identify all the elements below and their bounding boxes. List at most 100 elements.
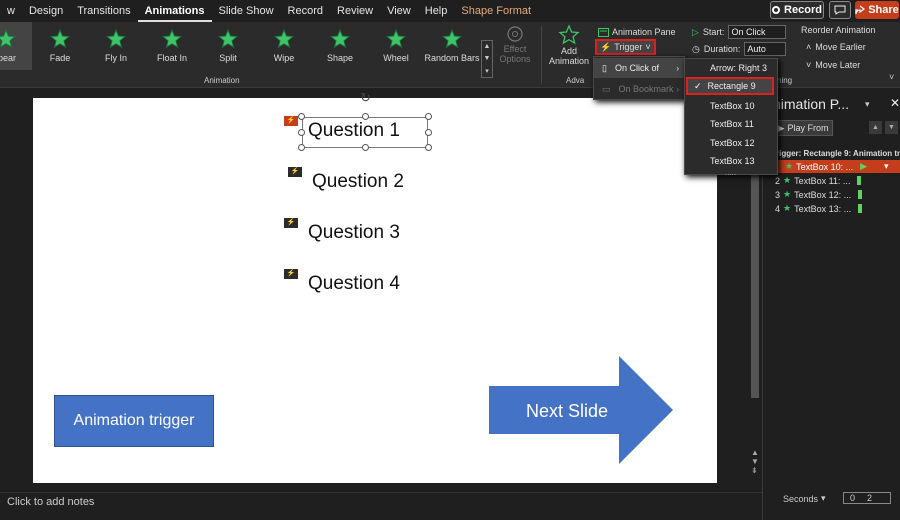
tab-record[interactable]: Record (281, 0, 330, 22)
shape-star-icon (330, 29, 350, 49)
timeline-bar (857, 176, 862, 185)
play-icon: ▶ (777, 122, 785, 133)
duration-row: ◷ Duration: Auto (692, 42, 787, 56)
resize-handle[interactable] (298, 144, 305, 151)
trigger-shape-item[interactable]: ✓ Rectangle 9 (686, 77, 774, 95)
tab-animations[interactable]: Animations (137, 0, 212, 22)
checkmark-icon: ✓ (694, 80, 702, 91)
tab-slide-show[interactable]: Slide Show (212, 0, 281, 22)
mouse-icon: ▯ (602, 62, 607, 73)
chevron-right-icon: › (676, 63, 679, 73)
tab-transitions[interactable]: Transitions (70, 0, 137, 22)
effect-options-line1: Effect (503, 44, 527, 54)
animation-gallery-item[interactable]: Fade (32, 22, 88, 70)
resize-handle[interactable] (362, 144, 369, 151)
trigger-shape-item[interactable]: TextBox 12 (685, 134, 777, 152)
animation-gallery-item[interactable]: pear (0, 22, 32, 70)
animation-gallery-item[interactable]: Wheel (368, 22, 424, 70)
start-row: ▷ Start: On Click (692, 25, 787, 39)
start-select[interactable]: On Click (728, 25, 787, 39)
bookmark-icon: ▭ (602, 83, 611, 94)
duration-input[interactable]: Auto (744, 42, 787, 56)
random-bars-star-icon (442, 29, 462, 49)
comments-button[interactable] (829, 1, 851, 19)
animation-gallery-item[interactable]: Shape (312, 22, 368, 70)
arrow-down-icon[interactable]: ▼ (885, 121, 898, 134)
question-3-textbox[interactable]: Question 3 (308, 222, 400, 244)
on-click-of-menu-item[interactable]: ▯ On Click of › (594, 58, 684, 78)
move-later-button[interactable]: ˅ Move Later (806, 60, 860, 70)
tab-shape-format[interactable]: Shape Format (454, 0, 538, 22)
animation-list-item[interactable]: 4 ★ TextBox 13: ... (773, 202, 900, 215)
effect-options-button: Effect Options (497, 24, 533, 70)
animation-gallery-item[interactable]: Wipe (256, 22, 312, 70)
on-bookmark-menu-item[interactable]: ▭ On Bookmark › (594, 79, 684, 99)
appear-star-icon (0, 29, 16, 49)
arrow-up-icon: ˄ (806, 42, 812, 52)
animation-gallery-item[interactable]: Random Bars (424, 22, 480, 70)
animation-item-label: TextBox 11: ... (794, 175, 851, 186)
trigger-shape-item[interactable]: TextBox 10 (685, 97, 777, 115)
tab-design[interactable]: Design (22, 0, 70, 22)
animation-list-item[interactable]: 2 ★ TextBox 11: ... (773, 174, 900, 187)
question-4-textbox[interactable]: Question 4 (308, 273, 400, 295)
item-menu-icon[interactable]: ▾ (884, 161, 889, 172)
rotate-handle-icon[interactable]: ↻ (360, 90, 371, 106)
effect-options-icon (507, 26, 523, 42)
trigger-shape-item[interactable]: Arrow: Right 3 (685, 59, 777, 77)
trigger-menu: ▯ On Click of › ▭ On Bookmark › (593, 56, 685, 100)
add-animation-button[interactable]: Add Animation (546, 24, 592, 70)
notes-pane[interactable]: Click to add notes (0, 492, 762, 510)
question-1-textbox[interactable]: Question 1 (308, 120, 400, 142)
trigger-shape-item[interactable]: TextBox 11 (685, 115, 777, 133)
arrow-up-icon[interactable]: ▲ (869, 121, 882, 134)
wipe-star-icon (274, 29, 294, 49)
animation-list-item[interactable]: ★ TextBox 10: ... ▶ ▾ (775, 160, 900, 173)
move-earlier-button[interactable]: ˄ Move Earlier (806, 42, 866, 52)
collapse-ribbon-icon[interactable]: ˅ (889, 72, 894, 82)
resize-handle[interactable] (298, 113, 305, 120)
question-2-textbox[interactable]: Question 2 (312, 171, 404, 193)
trigger-shape-item[interactable]: TextBox 13 (685, 152, 777, 170)
trigger-shape-item-label: TextBox 12 (710, 137, 755, 148)
pane-options-icon[interactable]: ▾ (865, 99, 870, 110)
comment-icon (834, 5, 846, 15)
animation-gallery-item-label: Wipe (273, 53, 295, 63)
ribbon-separator (541, 26, 542, 84)
green-star-icon: ★ (785, 161, 794, 171)
trigger-button[interactable]: ⚡ Trigger ˅ (595, 39, 656, 55)
animation-gallery-item[interactable]: Fly In (88, 22, 144, 70)
move-earlier-label: Move Earlier (815, 42, 866, 52)
timeline-zoom[interactable]: 0 2 (843, 492, 891, 504)
tab-review[interactable]: Review (330, 0, 380, 22)
animation-list-item[interactable]: 3 ★ TextBox 12: ... (773, 188, 900, 201)
animation-gallery-item[interactable]: Float In (144, 22, 200, 70)
trigger-shape-submenu: Arrow: Right 3 ..... ✓ Rectangle 9 TextBox… (684, 58, 778, 177)
trigger-shape-item-label: Rectangle 9 (707, 81, 756, 91)
fly-in-star-icon (106, 29, 126, 49)
tab-view[interactable]: View (380, 0, 418, 22)
resize-handle[interactable] (425, 144, 432, 151)
share-button[interactable]: Share (855, 1, 899, 19)
animation-pane-button[interactable]: Animation Pane (595, 24, 679, 40)
record-button[interactable]: Record (770, 1, 824, 19)
gallery-scroll-buttons[interactable]: ▲ ▼ ▾ (481, 40, 493, 78)
animation-gallery-item-label: Wheel (383, 53, 409, 63)
ribbon-tab-bar: w Design Transitions Animations Slide Sh… (0, 0, 900, 22)
tab-help[interactable]: Help (418, 0, 455, 22)
resize-handle[interactable] (425, 129, 432, 136)
close-icon[interactable]: ✕ (890, 96, 900, 110)
tab-home-partial[interactable]: w (0, 0, 22, 22)
timeline-seconds-menu[interactable]: Seconds ▾ (783, 493, 826, 504)
animation-gallery-item[interactable]: Split (200, 22, 256, 70)
resize-handle[interactable] (298, 129, 305, 136)
scroll-page-buttons[interactable]: ▲ ▼ ⇟ (751, 448, 759, 475)
clock-icon: ◷ (692, 43, 700, 54)
record-dot-icon (772, 6, 781, 14)
resize-handle[interactable] (362, 113, 369, 120)
slide[interactable]: ↻ ⚡ Question 1 ⚡ Question 2 ⚡ Question 3… (33, 90, 717, 483)
resize-handle[interactable] (425, 113, 432, 120)
animation-trigger-shape[interactable]: Animation trigger (54, 395, 214, 447)
play-from-button[interactable]: ▶ Play From (773, 120, 833, 136)
group-label-animation: Animation (204, 76, 240, 85)
